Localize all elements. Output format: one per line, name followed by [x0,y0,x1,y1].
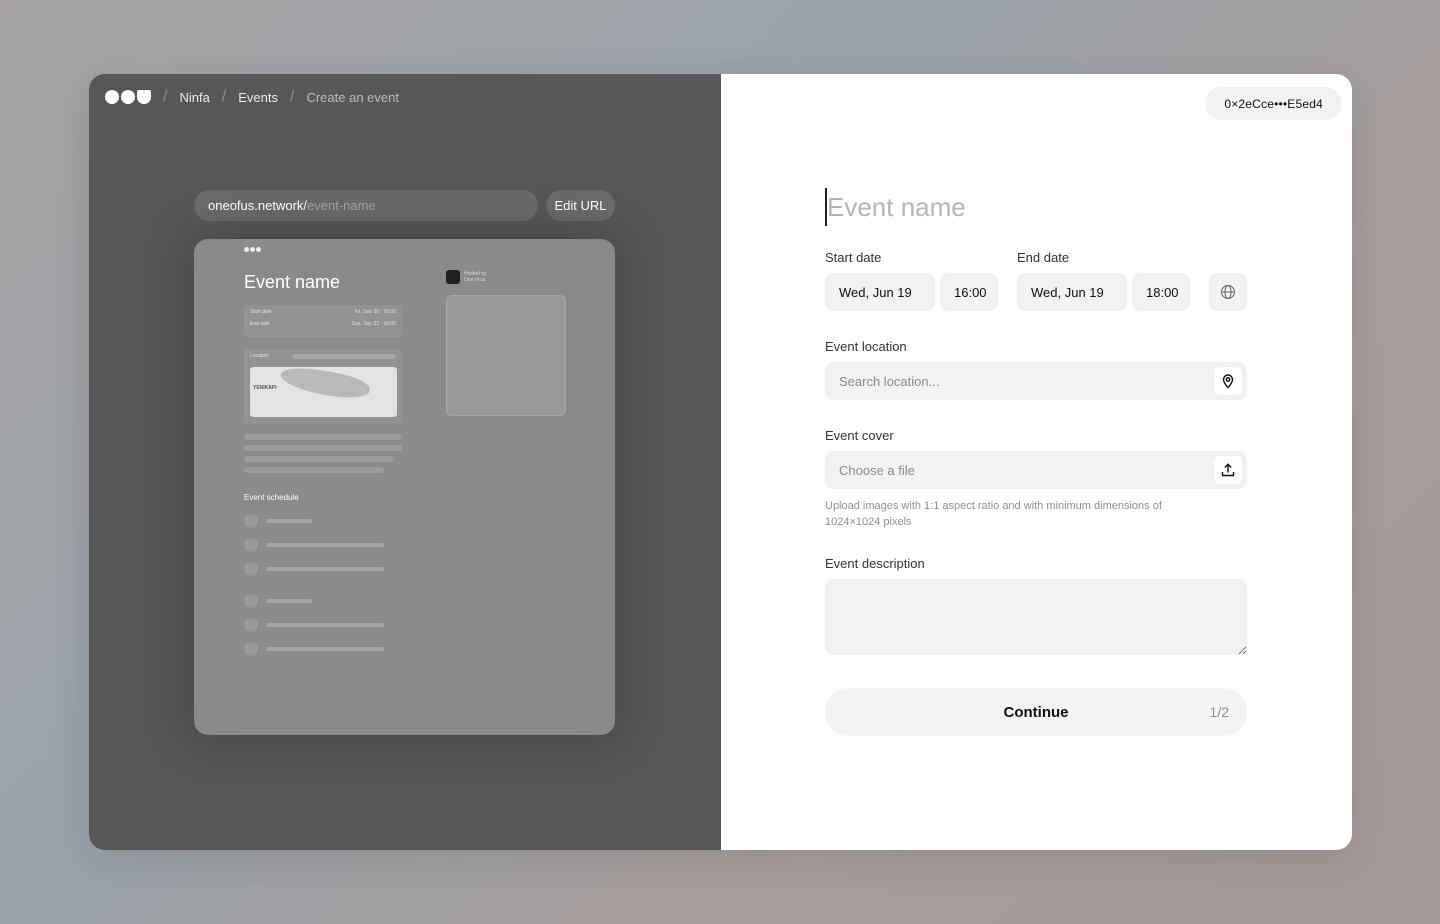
cover-file-input[interactable] [839,462,1214,478]
map-pin-icon [1222,374,1234,389]
form-panel: 0×2eCce•••E5ed4 Start date Wed, Jun 19 1… [721,74,1352,850]
preview-panel: / Ninfa / Events / Create an event oneof… [89,74,721,850]
start-date-field[interactable]: Wed, Jun 19 [825,273,935,311]
list-item [244,642,384,656]
list-item [244,618,384,632]
cover-label: Event cover [825,428,894,443]
continue-label: Continue [1003,703,1069,721]
url-slug: event-name [307,198,376,213]
preview-map-label: YENIKAPI [253,385,277,391]
app-window: / Ninfa / Events / Create an event oneof… [89,74,1352,850]
location-label: Event location [825,339,907,354]
host-avatar [446,270,460,284]
preview-location-label: Location [250,353,269,359]
preview-start-value: Fri, Sep 30 · 16:00 [354,309,396,315]
edit-url-button[interactable]: Edit URL [546,190,615,221]
breadcrumb-create-event: Create an event [306,89,399,105]
end-date-label: End date [1017,250,1070,265]
list-item [244,514,384,528]
description-label: Event description [825,556,925,571]
preview-cover-image [446,295,566,416]
end-time-field[interactable]: 18:00 [1132,273,1190,311]
cover-field-group: Event cover Upload images with 1:1 aspec… [825,428,1247,530]
upload-icon [1221,463,1235,477]
location-field-group: Event location [825,339,1247,400]
preview-hosted-name: One of us [464,277,486,283]
description-textarea[interactable] [825,579,1247,655]
description-field-group: Event description [825,556,1247,660]
continue-button[interactable]: Continue 1/2 [825,688,1247,736]
preview-map: YENIKAPI [250,367,397,417]
event-name-input[interactable] [825,188,1247,226]
start-time-field[interactable]: 16:00 [940,273,998,311]
preview-description-placeholder [244,434,402,478]
list-item [244,538,384,552]
end-date-field[interactable]: Wed, Jun 19 [1017,273,1127,311]
event-preview-card: Event name Start date Fri, Sep 30 · 16:00… [194,239,615,735]
date-row: Start date Wed, Jun 19 16:00 End date We… [825,250,1247,311]
start-date-label: Start date [825,250,882,265]
globe-icon [1220,284,1236,300]
preview-logo-icon [244,247,261,252]
breadcrumb: / Ninfa / Events / Create an event [105,88,399,106]
preview-end-label: End date [250,321,271,327]
preview-schedule-list [244,514,384,666]
end-date-group: End date Wed, Jun 19 18:00 [1017,250,1190,311]
logo-icon[interactable] [105,90,151,104]
location-search-input[interactable] [839,373,1214,389]
preview-title: Event name [244,272,341,292]
preview-location: Location YENIKAPI [244,349,402,424]
breadcrumb-events[interactable]: Events [238,90,278,105]
preview-end-value: Sun, Sep 22 · 16:00 [351,321,396,327]
preview-hosted-by: Hosted by One of us [446,270,487,284]
preview-schedule-title: Event schedule [244,493,299,502]
preview-start-label: Start date [250,309,272,315]
create-event-form: Start date Wed, Jun 19 16:00 End date We… [825,188,1247,736]
url-host: oneofus.network/ [208,198,308,213]
location-pin-button[interactable] [1214,367,1242,395]
list-item [244,562,384,576]
wallet-address-button[interactable]: 0×2eCce•••E5ed4 [1205,87,1342,120]
start-date-group: Start date Wed, Jun 19 16:00 [825,250,998,311]
upload-button[interactable] [1214,456,1242,484]
event-url-field[interactable]: oneofus.network/event-name [194,190,538,221]
cover-hint: Upload images with 1:1 aspect ratio and … [825,500,1162,528]
breadcrumb-ninfa[interactable]: Ninfa [179,90,209,105]
timezone-button[interactable] [1209,273,1247,311]
list-item [244,594,384,608]
step-indicator: 1/2 [1209,704,1229,720]
preview-dates: Start date Fri, Sep 30 · 16:00 End date Su… [244,305,402,337]
